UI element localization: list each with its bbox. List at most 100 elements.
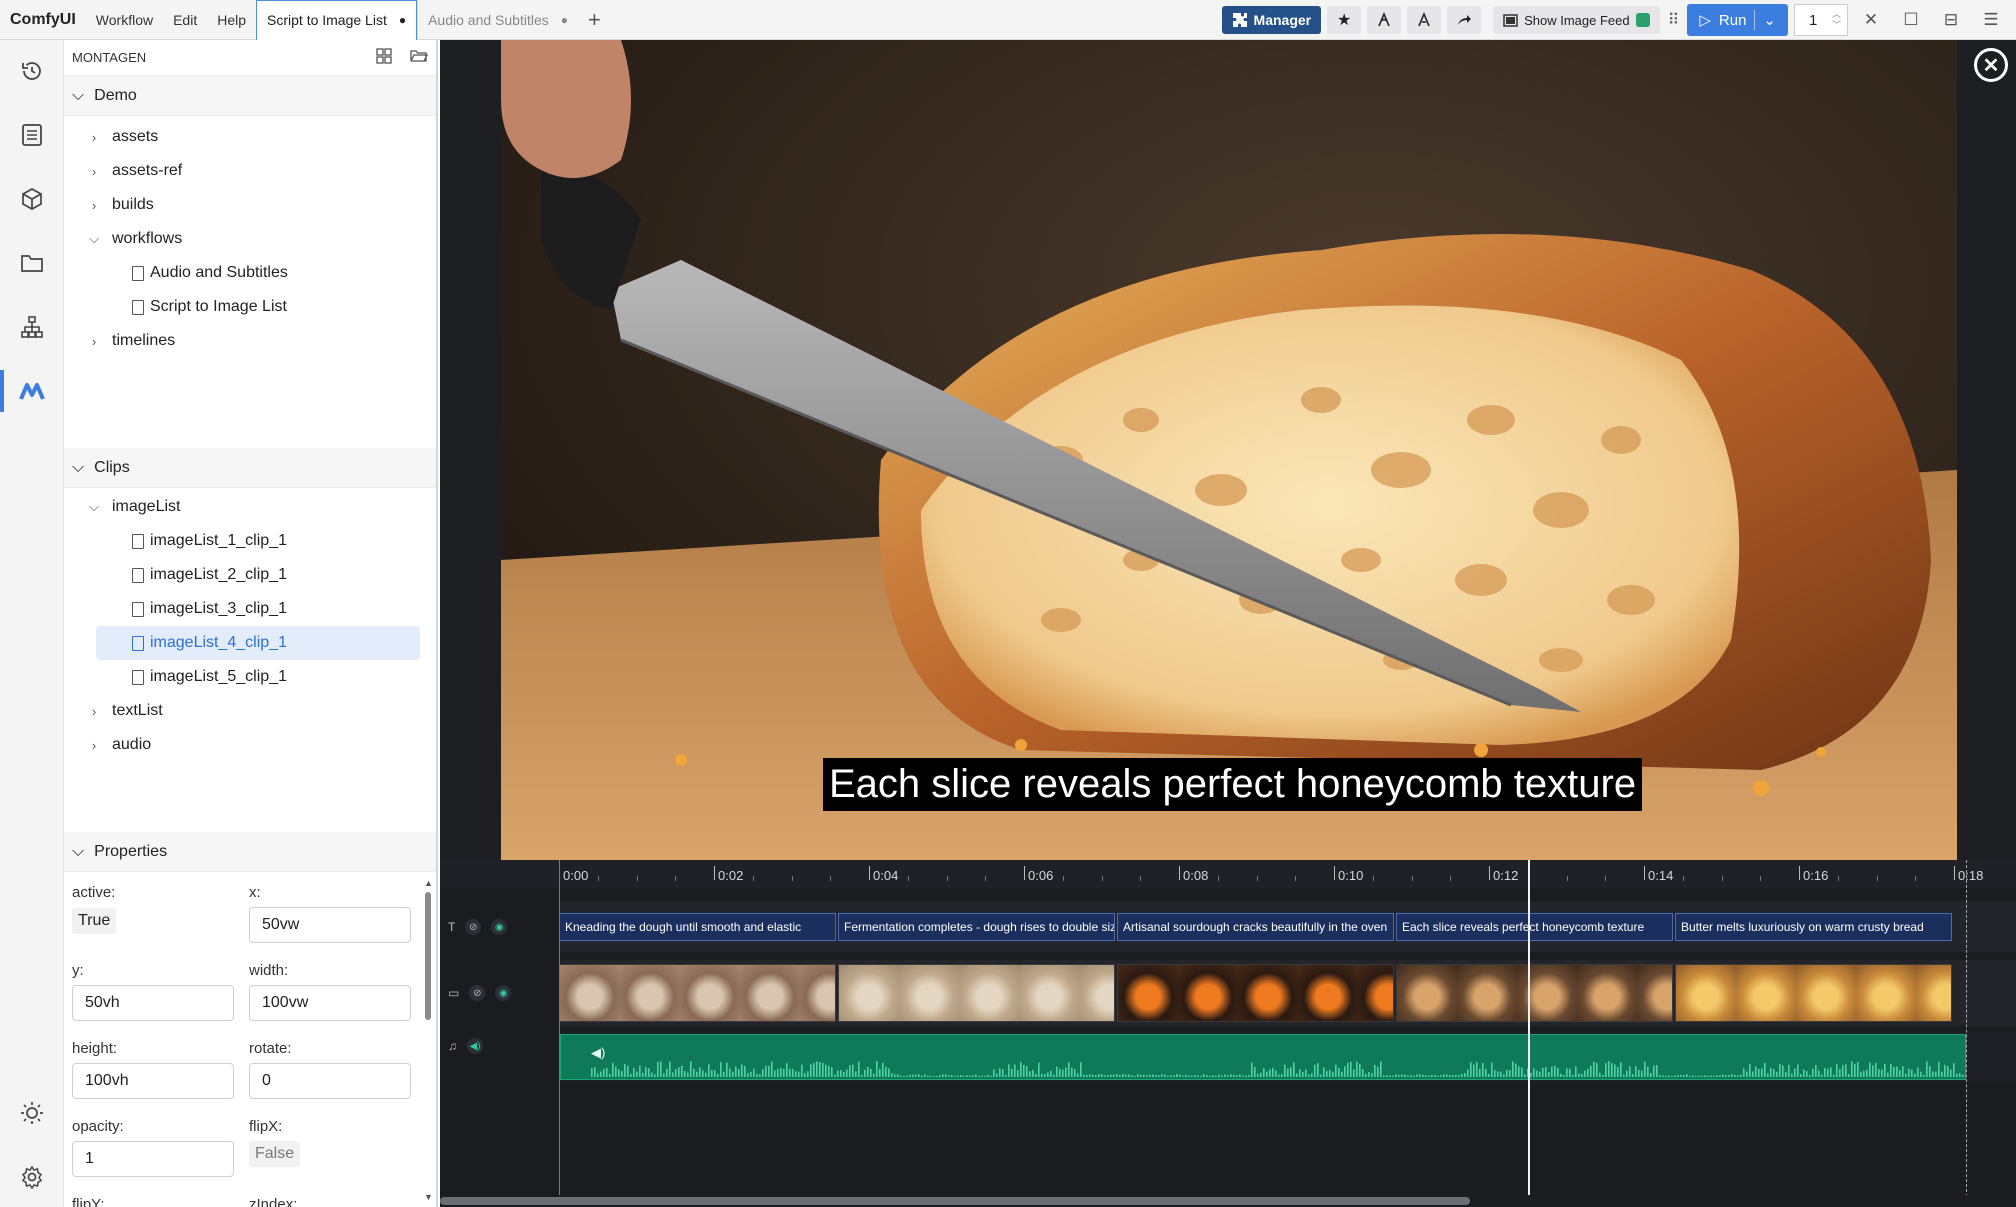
text-clip[interactable]: Each slice reveals perfect honeycomb tex… <box>1396 913 1673 941</box>
ruler-minor-tick <box>946 876 948 881</box>
file-icon <box>132 299 144 315</box>
active-toggle[interactable]: True <box>72 908 117 934</box>
text-clip[interactable]: Fermentation completes - dough rises to … <box>838 913 1115 941</box>
properties-scrollbar[interactable]: ▲ ▼ <box>420 874 436 1207</box>
x-input[interactable]: 50vw <box>249 907 411 943</box>
height-input[interactable]: 100vh <box>72 1063 234 1099</box>
svg-text:◀): ◀) <box>591 1045 605 1060</box>
file-icon <box>132 601 144 617</box>
video-clip[interactable] <box>1117 964 1394 1022</box>
text-track: Kneading the dough until smooth and elas… <box>559 902 2016 952</box>
batch-count-input[interactable]: 1 ︿ ﹀ <box>1794 4 1848 36</box>
tree-item-assets-ref[interactable]: › assets-ref <box>64 154 436 188</box>
tree-item-textlist[interactable]: › textList <box>64 694 436 728</box>
tree-item-imagelist-2[interactable]: imageList_2_clip_1 <box>64 558 436 592</box>
ruler-minor-tick <box>752 876 754 881</box>
new-tab-button[interactable]: + <box>578 7 611 33</box>
settings-gear-icon[interactable] <box>0 1152 64 1202</box>
width-input[interactable]: 100vw <box>249 985 411 1021</box>
visibility-eye-icon[interactable]: ◉ <box>491 919 508 935</box>
star-icon[interactable]: ★ <box>1327 6 1362 34</box>
hamburger-menu-icon[interactable]: ☰ <box>1974 5 2008 35</box>
menu-help[interactable]: Help <box>207 12 256 28</box>
y-input[interactable]: 50vh <box>72 985 234 1021</box>
tab-audio-and-subtitles[interactable]: Audio and Subtitles ● <box>417 0 578 40</box>
visibility-eye-icon[interactable]: ◉ <box>495 985 512 1001</box>
share-icon[interactable] <box>1447 6 1482 34</box>
tree-item-audio[interactable]: › audio <box>64 728 436 762</box>
tree-item-workflows[interactable]: ⌵ workflows <box>64 222 436 256</box>
custom-node-icon[interactable] <box>1367 6 1402 34</box>
tree-item-imagelist-5[interactable]: imageList_5_clip_1 <box>64 660 436 694</box>
properties-section-label: Properties <box>94 842 168 860</box>
opacity-input[interactable]: 1 <box>72 1141 234 1177</box>
start-marker[interactable] <box>559 860 560 1207</box>
open-folder-icon[interactable] <box>410 48 429 67</box>
tree-item-audio-and-subtitles[interactable]: Audio and Subtitles <box>64 256 436 290</box>
chevron-down-icon[interactable]: ⌄ <box>1763 11 1776 29</box>
tree-item-label: imageList_5_clip_1 <box>150 668 287 685</box>
ruler-major-tick <box>1334 866 1335 880</box>
mute-icon[interactable]: ⊘ <box>465 919 482 935</box>
clips-section-header[interactable]: ⌵ Clips <box>64 448 436 488</box>
stepper-arrows-icon[interactable]: ︿ ﹀ <box>1832 9 1841 31</box>
run-label: Run <box>1718 11 1747 29</box>
tree-item-imagelist-1[interactable]: imageList_1_clip_1 <box>64 524 436 558</box>
scrollbar-thumb[interactable] <box>425 892 431 1020</box>
text-clip[interactable]: Kneading the dough until smooth and elas… <box>559 913 836 941</box>
video-clip[interactable] <box>838 964 1115 1022</box>
video-clip[interactable] <box>559 964 836 1022</box>
tree-item-timelines[interactable]: › timelines <box>64 324 436 358</box>
queue-list-icon[interactable] <box>0 110 64 160</box>
run-button[interactable]: ▷ Run ⌄ <box>1687 4 1788 36</box>
montagen-icon[interactable] <box>0 366 64 416</box>
tab-script-to-image-list[interactable]: Script to Image List ● <box>256 0 418 40</box>
panel-toggle-icon[interactable]: ⊟ <box>1934 5 1968 35</box>
tree-item-script-to-image-list[interactable]: Script to Image List <box>64 290 436 324</box>
grid-view-icon[interactable] <box>376 48 392 67</box>
tree-item-imagelist-3[interactable]: imageList_3_clip_1 <box>64 592 436 626</box>
scroll-down-icon[interactable]: ▼ <box>424 1192 433 1202</box>
close-icon[interactable]: ✕ <box>1854 5 1888 35</box>
folder-icon[interactable] <box>0 238 64 288</box>
drag-grip-icon[interactable]: ⠿ <box>1666 10 1682 30</box>
rotate-input[interactable]: 0 <box>249 1063 411 1099</box>
tree-item-builds[interactable]: › builds <box>64 188 436 222</box>
text-clip[interactable]: Butter melts luxuriously on warm crusty … <box>1675 913 1952 941</box>
tree-item-imagelist-4[interactable]: imageList_4_clip_1 <box>96 626 420 660</box>
video-clip[interactable] <box>1675 964 1952 1022</box>
timeline-horizontal-scrollbar[interactable] <box>440 1195 2016 1207</box>
manager-button[interactable]: Manager <box>1221 6 1322 34</box>
ruler-minor-tick <box>1450 876 1452 881</box>
menu-edit[interactable]: Edit <box>163 12 207 28</box>
playhead[interactable] <box>1527 860 1530 1207</box>
text-clip[interactable]: Artisanal sourdough cracks beautifully i… <box>1117 913 1394 941</box>
properties-section-header[interactable]: ⌵ Properties <box>64 832 436 872</box>
maximize-icon[interactable]: ☐ <box>1894 5 1928 35</box>
node-tree-icon[interactable] <box>0 302 64 352</box>
demo-section-header[interactable]: ⌵ Demo <box>64 76 436 116</box>
audio-clip[interactable]: ◀) <box>560 1034 1966 1080</box>
scroll-up-icon[interactable]: ▲ <box>424 878 433 888</box>
mute-icon[interactable]: ⊘ <box>469 985 486 1001</box>
custom-node-2-icon[interactable] <box>1407 6 1442 34</box>
flipx-toggle[interactable]: False <box>249 1141 301 1167</box>
scrollbar-thumb[interactable] <box>440 1197 1470 1205</box>
ruler-major-tick <box>1954 866 1955 880</box>
tab-label: Audio and Subtitles <box>428 11 549 28</box>
unsaved-dot-icon: ● <box>560 12 568 27</box>
left-icon-rail <box>0 40 64 1207</box>
volume-icon[interactable]: ◀) <box>467 1038 483 1054</box>
show-image-feed-button[interactable]: Show Image Feed <box>1493 6 1660 34</box>
chevron-down-icon: ⌵ <box>89 499 99 514</box>
tree-item-assets[interactable]: › assets <box>64 120 436 154</box>
close-preview-icon[interactable]: ✕ <box>1974 48 2008 82</box>
time-ruler[interactable]: 0:00 0:02 0:04 0:06 0:08 0:10 0:12 0:14 0:16 0:18 <box>440 860 2016 888</box>
model-cube-icon[interactable] <box>0 174 64 224</box>
history-icon[interactable] <box>0 46 64 96</box>
menu-workflow[interactable]: Workflow <box>86 12 163 28</box>
theme-sun-icon[interactable] <box>0 1088 64 1138</box>
tree-item-imagelist[interactable]: ⌵ imageList <box>64 490 436 524</box>
video-clip[interactable] <box>1396 964 1673 1022</box>
zindex-label: zIndex: <box>249 1196 298 1207</box>
